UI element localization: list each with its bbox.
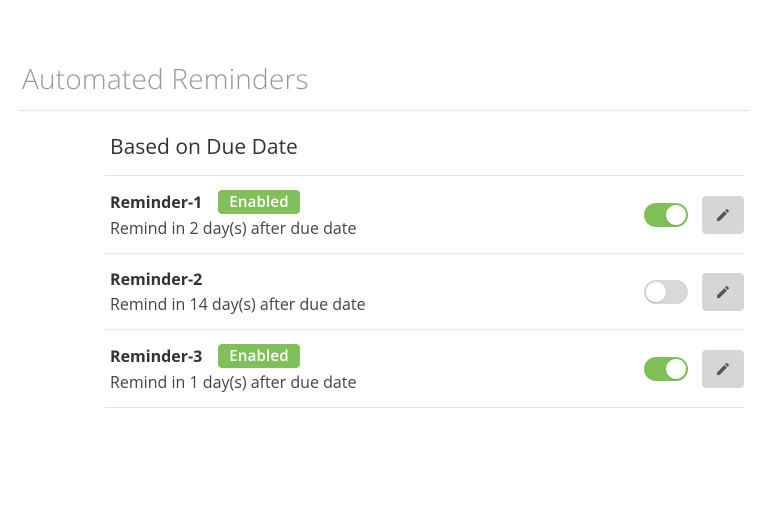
reminder-controls bbox=[644, 350, 744, 388]
toggle-switch[interactable] bbox=[644, 280, 688, 304]
reminder-row: Reminder-2 Enabled Remind in 14 day(s) a… bbox=[105, 254, 744, 330]
reminder-description: Remind in 1 day(s) after due date bbox=[110, 371, 644, 393]
enabled-badge: Enabled bbox=[218, 344, 300, 368]
reminder-info: Reminder-2 Enabled Remind in 14 day(s) a… bbox=[110, 268, 644, 315]
reminder-info: Reminder-1 Enabled Remind in 2 day(s) af… bbox=[110, 190, 644, 239]
reminder-header: Reminder-3 Enabled bbox=[110, 344, 644, 368]
section-title: Based on Due Date bbox=[105, 111, 744, 175]
pencil-icon bbox=[715, 361, 731, 377]
toggle-knob bbox=[666, 359, 686, 379]
reminder-name: Reminder-3 bbox=[110, 345, 202, 367]
reminder-row: Reminder-3 Enabled Remind in 1 day(s) af… bbox=[105, 330, 744, 408]
reminder-name: Reminder-1 bbox=[110, 191, 202, 213]
reminder-controls bbox=[644, 273, 744, 311]
reminder-header: Reminder-2 Enabled bbox=[110, 268, 644, 290]
reminders-section: Based on Due Date Reminder-1 Enabled Rem… bbox=[0, 111, 744, 408]
pencil-icon bbox=[715, 207, 731, 223]
reminder-controls bbox=[644, 196, 744, 234]
reminder-description: Remind in 14 day(s) after due date bbox=[110, 293, 644, 315]
toggle-switch[interactable] bbox=[644, 357, 688, 381]
enabled-badge: Enabled bbox=[218, 190, 300, 214]
toggle-switch[interactable] bbox=[644, 203, 688, 227]
toggle-knob bbox=[666, 205, 686, 225]
reminder-description: Remind in 2 day(s) after due date bbox=[110, 217, 644, 239]
edit-button[interactable] bbox=[702, 273, 744, 311]
reminder-info: Reminder-3 Enabled Remind in 1 day(s) af… bbox=[110, 344, 644, 393]
reminder-row: Reminder-1 Enabled Remind in 2 day(s) af… bbox=[105, 176, 744, 254]
page-title: Automated Reminders bbox=[0, 0, 768, 110]
reminder-header: Reminder-1 Enabled bbox=[110, 190, 644, 214]
edit-button[interactable] bbox=[702, 350, 744, 388]
toggle-knob bbox=[646, 282, 666, 302]
edit-button[interactable] bbox=[702, 196, 744, 234]
reminder-name: Reminder-2 bbox=[110, 268, 202, 290]
pencil-icon bbox=[715, 284, 731, 300]
